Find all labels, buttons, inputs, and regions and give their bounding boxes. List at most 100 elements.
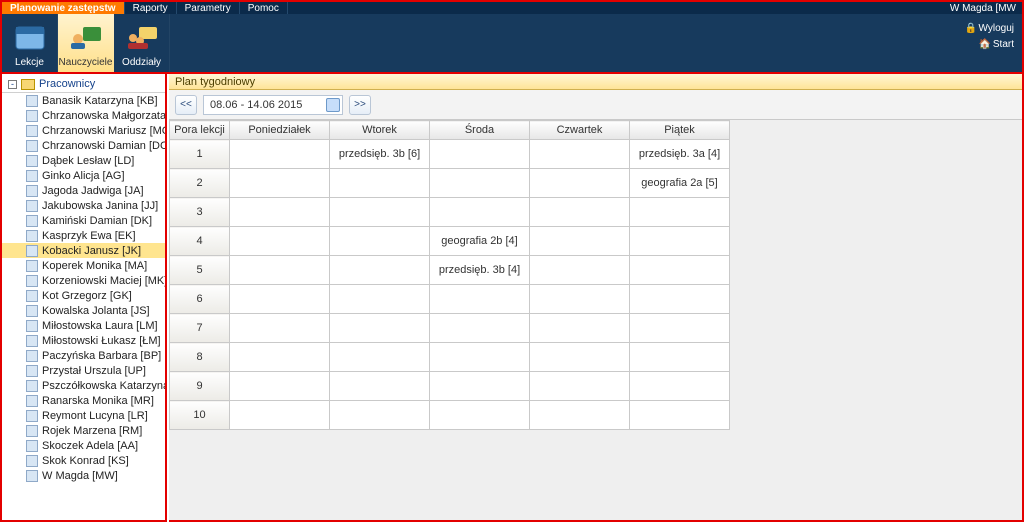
- schedule-cell[interactable]: [630, 314, 730, 343]
- schedule-cell[interactable]: [430, 198, 530, 227]
- sidebar-item[interactable]: Chrzanowski Damian [DC]: [2, 138, 165, 153]
- schedule-cell[interactable]: [430, 169, 530, 198]
- schedule-cell[interactable]: [530, 285, 630, 314]
- menu-parametry[interactable]: Parametry: [177, 2, 240, 14]
- column-header[interactable]: Pora lekcji: [170, 121, 230, 140]
- schedule-cell[interactable]: [630, 285, 730, 314]
- sidebar-item[interactable]: Kobacki Janusz [JK]: [2, 243, 165, 258]
- sidebar-item[interactable]: Miłostowska Laura [LM]: [2, 318, 165, 333]
- schedule-cell[interactable]: [530, 140, 630, 169]
- sidebar-item[interactable]: Kot Grzegorz [GK]: [2, 288, 165, 303]
- date-range-field[interactable]: 08.06 - 14.06 2015: [203, 95, 343, 115]
- column-header[interactable]: Czwartek: [530, 121, 630, 140]
- sidebar-item-label: Chrzanowska Małgorzata [MB]: [42, 110, 165, 122]
- row-number: 3: [170, 198, 230, 227]
- tool-lekcje[interactable]: Lekcje: [2, 14, 58, 72]
- link-wyloguj[interactable]: 🔒 Wyloguj: [965, 20, 1014, 36]
- sidebar-item[interactable]: Jagoda Jadwiga [JA]: [2, 183, 165, 198]
- column-header[interactable]: Środa: [430, 121, 530, 140]
- sidebar-item[interactable]: Chrzanowski Mariusz [MC]: [2, 123, 165, 138]
- schedule-cell[interactable]: [630, 401, 730, 430]
- schedule-cell[interactable]: [530, 372, 630, 401]
- sidebar-item[interactable]: Chrzanowska Małgorzata [MB]: [2, 108, 165, 123]
- schedule-cell[interactable]: [330, 285, 430, 314]
- sidebar-item[interactable]: Skoczek Adela [AA]: [2, 438, 165, 453]
- schedule-cell[interactable]: [530, 314, 630, 343]
- schedule-cell[interactable]: [530, 401, 630, 430]
- schedule-cell[interactable]: [530, 227, 630, 256]
- schedule-cell[interactable]: [330, 227, 430, 256]
- tool-oddzialy[interactable]: Oddziały: [114, 14, 170, 72]
- schedule-cell[interactable]: [330, 314, 430, 343]
- schedule-cell[interactable]: [330, 372, 430, 401]
- next-week-button[interactable]: >>: [349, 95, 371, 115]
- schedule-cell[interactable]: [330, 401, 430, 430]
- schedule-cell[interactable]: [230, 140, 330, 169]
- sidebar-item-label: Jakubowska Janina [JJ]: [42, 200, 158, 212]
- person-icon: [26, 395, 38, 407]
- schedule-cell[interactable]: [330, 198, 430, 227]
- schedule-cell[interactable]: geografia 2b [4]: [430, 227, 530, 256]
- sidebar-item[interactable]: Kamiński Damian [DK]: [2, 213, 165, 228]
- schedule-cell[interactable]: [630, 256, 730, 285]
- calendar-picker-icon[interactable]: [326, 98, 340, 112]
- schedule-cell[interactable]: przedsięb. 3b [4]: [430, 256, 530, 285]
- schedule-cell[interactable]: [230, 314, 330, 343]
- schedule-cell[interactable]: [230, 372, 330, 401]
- schedule-cell[interactable]: [630, 372, 730, 401]
- schedule-cell[interactable]: [230, 198, 330, 227]
- schedule-cell[interactable]: [630, 198, 730, 227]
- schedule-cell[interactable]: [430, 285, 530, 314]
- schedule-cell[interactable]: [230, 227, 330, 256]
- prev-week-button[interactable]: <<: [175, 95, 197, 115]
- schedule-cell[interactable]: [630, 343, 730, 372]
- column-header[interactable]: Poniedziałek: [230, 121, 330, 140]
- sidebar-item[interactable]: Rojek Marzena [RM]: [2, 423, 165, 438]
- sidebar-item[interactable]: Kowalska Jolanta [JS]: [2, 303, 165, 318]
- schedule-cell[interactable]: [230, 256, 330, 285]
- schedule-cell[interactable]: przedsięb. 3a [4]: [630, 140, 730, 169]
- sidebar-item[interactable]: Jakubowska Janina [JJ]: [2, 198, 165, 213]
- schedule-cell[interactable]: [330, 169, 430, 198]
- sidebar-item[interactable]: Paczyńska Barbara [BP]: [2, 348, 165, 363]
- schedule-cell[interactable]: [430, 343, 530, 372]
- schedule-cell[interactable]: [330, 343, 430, 372]
- schedule-cell[interactable]: [430, 401, 530, 430]
- sidebar-item[interactable]: W Magda [MW]: [2, 468, 165, 483]
- sidebar-item[interactable]: Pszczółkowska Katarzyna [KP]: [2, 378, 165, 393]
- sidebar-item[interactable]: Korzeniowski Maciej [MK]: [2, 273, 165, 288]
- sidebar-item[interactable]: Skok Konrad [KS]: [2, 453, 165, 468]
- sidebar-item[interactable]: Banasik Katarzyna [KB]: [2, 93, 165, 108]
- schedule-cell[interactable]: [430, 372, 530, 401]
- schedule-cell[interactable]: [530, 343, 630, 372]
- sidebar-item[interactable]: Ranarska Monika [MR]: [2, 393, 165, 408]
- schedule-cell[interactable]: [230, 285, 330, 314]
- schedule-cell[interactable]: [330, 256, 430, 285]
- column-header[interactable]: Piątek: [630, 121, 730, 140]
- schedule-cell[interactable]: geografia 2a [5]: [630, 169, 730, 198]
- schedule-cell[interactable]: [230, 169, 330, 198]
- schedule-cell[interactable]: [430, 314, 530, 343]
- schedule-cell[interactable]: [430, 140, 530, 169]
- tree-root[interactable]: - Pracownicy: [2, 74, 165, 93]
- schedule-cell[interactable]: [530, 198, 630, 227]
- sidebar-item[interactable]: Ginko Alicja [AG]: [2, 168, 165, 183]
- column-header[interactable]: Wtorek: [330, 121, 430, 140]
- tool-nauczyciele[interactable]: Nauczyciele: [58, 14, 114, 72]
- schedule-cell[interactable]: [230, 401, 330, 430]
- link-start[interactable]: 🏠 Start: [965, 36, 1014, 52]
- schedule-cell[interactable]: przedsięb. 3b [6]: [330, 140, 430, 169]
- sidebar-item[interactable]: Dąbek Lesław [LD]: [2, 153, 165, 168]
- schedule-cell[interactable]: [530, 256, 630, 285]
- menu-planowanie[interactable]: Planowanie zastępstw: [2, 2, 125, 14]
- sidebar-item[interactable]: Miłostowski Łukasz [ŁM]: [2, 333, 165, 348]
- schedule-cell[interactable]: [630, 227, 730, 256]
- sidebar-item[interactable]: Reymont Lucyna [LR]: [2, 408, 165, 423]
- menu-pomoc[interactable]: Pomoc: [240, 2, 288, 14]
- menu-raporty[interactable]: Raporty: [125, 2, 177, 14]
- schedule-cell[interactable]: [530, 169, 630, 198]
- schedule-cell[interactable]: [230, 343, 330, 372]
- sidebar-item[interactable]: Koperek Monika [MA]: [2, 258, 165, 273]
- sidebar-item[interactable]: Przystał Urszula [UP]: [2, 363, 165, 378]
- sidebar-item[interactable]: Kasprzyk Ewa [EK]: [2, 228, 165, 243]
